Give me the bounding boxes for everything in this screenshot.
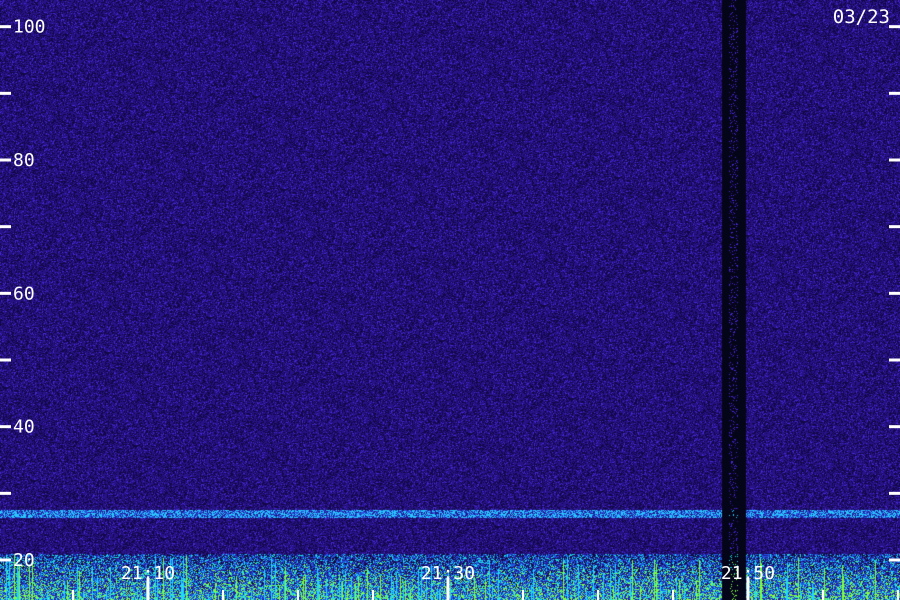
- x-tick-label: 21:30: [421, 563, 475, 584]
- y-tick-label: 60: [13, 283, 35, 304]
- y-tick-label: 80: [13, 150, 35, 171]
- y-axis-right: [889, 25, 900, 562]
- date-label: 03/23: [833, 6, 890, 28]
- y-tick-label: 100: [13, 17, 46, 38]
- y-tick-label: 20: [13, 550, 35, 571]
- y-tick-label: 40: [13, 417, 35, 438]
- x-tick-label: 21:10: [121, 563, 175, 584]
- y-axis-left: 100 80 60 40 20: [0, 17, 46, 571]
- x-axis: 21:10 21:30 21:50: [72, 563, 899, 600]
- x-tick-label: 21:50: [721, 563, 775, 584]
- chart-overlay: 100 80 60 40 20 21:10 21:30 21:50 03/23: [0, 6, 900, 600]
